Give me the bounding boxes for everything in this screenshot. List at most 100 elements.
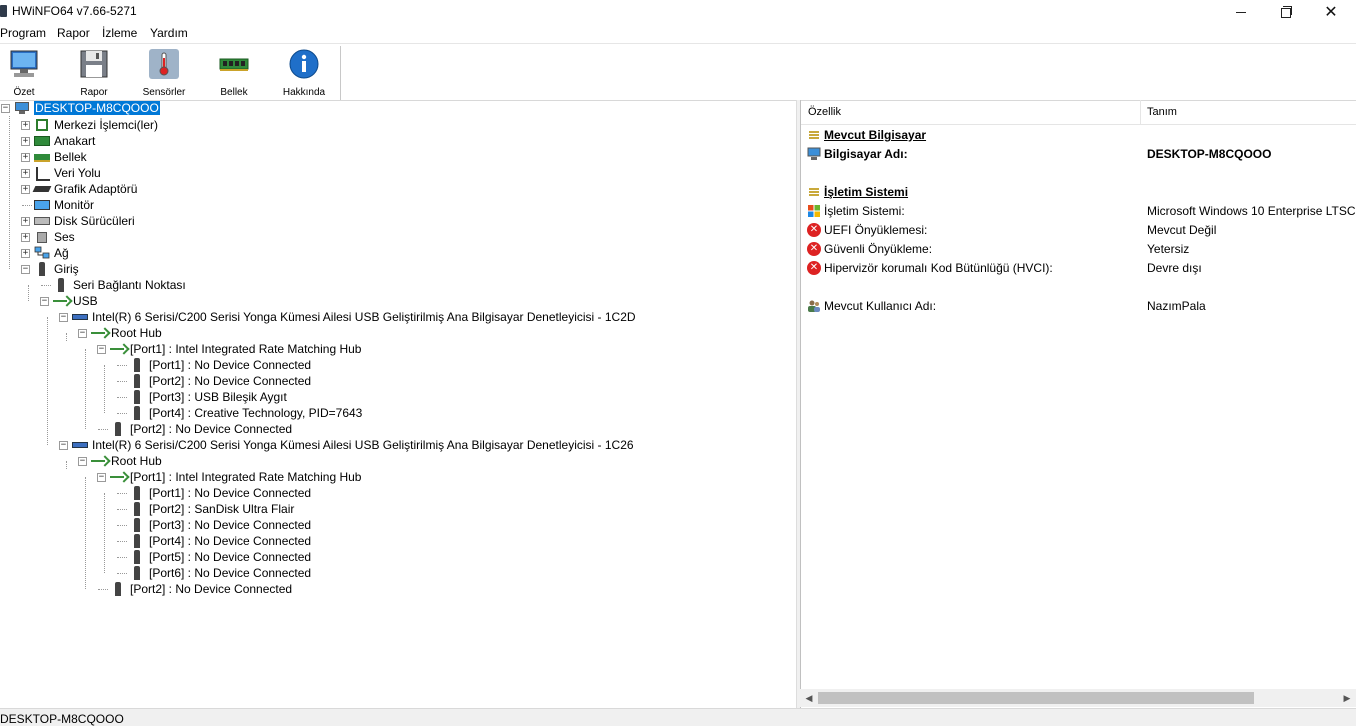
property-row[interactable]: ✕ Güvenli Önyükleme: Yetersiz <box>801 240 1356 258</box>
tree-node[interactable]: Disk Sürücüleri <box>34 213 135 229</box>
scroll-left-icon[interactable]: ◀ <box>802 691 816 705</box>
tree-node[interactable]: Bellek <box>34 149 87 165</box>
tree-connector <box>117 493 127 494</box>
report-button[interactable]: Rapor <box>64 48 124 98</box>
tree-node[interactable]: [Port2] : SanDisk Ultra Flair <box>129 501 294 517</box>
expand-icon[interactable]: + <box>21 153 30 162</box>
tree-node[interactable]: USB <box>53 293 98 309</box>
tree-node[interactable]: Intel(R) 6 Serisi/C200 Serisi Yonga Küme… <box>72 437 634 453</box>
tree-node[interactable]: [Port1] : No Device Connected <box>129 357 311 373</box>
tree-node[interactable]: [Port2] : No Device Connected <box>110 421 292 437</box>
tree-node[interactable]: [Port2] : No Device Connected <box>110 581 292 597</box>
tree-node[interactable]: [Port4] : Creative Technology, PID=7643 <box>129 405 362 421</box>
column-header-description[interactable]: Tanım <box>1147 106 1177 118</box>
collapse-icon[interactable]: − <box>97 473 106 482</box>
property-row[interactable]: ✕ Hipervizör korumalı Kod Bütünlüğü (HVCI… <box>801 259 1356 277</box>
plug-icon <box>129 566 145 580</box>
menu-izleme[interactable]: İzleme <box>102 26 137 40</box>
tree-node[interactable]: [Port3] : USB Bileşik Aygıt <box>129 389 287 405</box>
collapse-icon[interactable]: − <box>21 265 30 274</box>
column-separator[interactable] <box>1140 100 1141 124</box>
scroll-right-icon[interactable]: ▶ <box>1340 691 1354 705</box>
section-header[interactable]: İşletim Sistemi <box>801 183 1356 201</box>
device-tree[interactable]: DESKTOP-M8CQOOO − Merkezi İşlemci(ler) + Ana… <box>0 100 796 708</box>
tree-node[interactable]: Anakart <box>34 133 95 149</box>
tree-node[interactable]: [Port5] : No Device Connected <box>129 549 311 565</box>
tree-connector <box>98 429 108 430</box>
tree-node[interactable]: [Port6] : No Device Connected <box>129 565 311 581</box>
property-row[interactable]: İşletim Sistemi: Microsoft Windows 10 Ent… <box>801 202 1356 220</box>
collapse-icon[interactable]: − <box>1 104 10 113</box>
memory-button[interactable]: Bellek <box>204 48 264 98</box>
menu-program[interactable]: Program <box>0 26 46 40</box>
property-name: Mevcut Kullanıcı Adı: <box>824 299 937 313</box>
expand-icon[interactable]: + <box>21 249 30 258</box>
expand-icon[interactable]: + <box>21 137 30 146</box>
tree-node[interactable]: Ses <box>34 229 75 245</box>
tree-node[interactable]: Veri Yolu <box>34 165 101 181</box>
tree-node[interactable]: Grafik Adaptörü <box>32 181 137 197</box>
tree-node[interactable]: Ağ <box>34 245 69 261</box>
close-button[interactable]: ✕ <box>1308 0 1354 24</box>
restore-button[interactable] <box>1262 0 1308 24</box>
tree-node[interactable]: Root Hub <box>91 453 162 469</box>
collapse-icon[interactable]: − <box>97 345 106 354</box>
tree-node[interactable]: [Port3] : No Device Connected <box>129 517 311 533</box>
tree-node-label: Veri Yolu <box>54 166 101 180</box>
tree-node[interactable]: Intel(R) 6 Serisi/C200 Serisi Yonga Küme… <box>72 309 636 325</box>
expand-icon[interactable]: + <box>21 169 30 178</box>
report-label: Rapor <box>80 87 108 98</box>
tree-node-label: Root Hub <box>111 326 162 340</box>
scrollbar-thumb[interactable] <box>818 692 1254 704</box>
expand-icon[interactable]: + <box>21 233 30 242</box>
error-icon: ✕ <box>807 242 821 256</box>
sensors-button[interactable]: Sensörler <box>134 48 194 98</box>
collapse-icon[interactable]: − <box>78 457 87 466</box>
tree-node[interactable]: [Port1] : Intel Integrated Rate Matching… <box>110 341 361 357</box>
details-header: Özellik Tanım <box>801 100 1356 125</box>
menu-rapor[interactable]: Rapor <box>57 26 90 40</box>
collapse-icon[interactable]: − <box>59 441 68 450</box>
property-value: Yetersiz <box>1147 242 1190 256</box>
summary-button[interactable]: Özet <box>0 48 54 98</box>
property-row[interactable]: Mevcut Kullanıcı Adı: NazımPala <box>801 297 1356 315</box>
tree-node[interactable]: DESKTOP-M8CQOOO <box>14 100 160 116</box>
tree-node[interactable]: [Port1] : Intel Integrated Rate Matching… <box>110 469 361 485</box>
collapse-icon[interactable]: − <box>59 313 68 322</box>
horizontal-scrollbar[interactable]: ◀ ▶ <box>800 689 1356 707</box>
column-header-property[interactable]: Özellik <box>808 106 841 118</box>
about-button[interactable]: Hakkında <box>274 48 334 98</box>
property-row[interactable]: Bilgisayar Adı: DESKTOP-M8CQOOO <box>801 145 1356 163</box>
tree-node[interactable]: Root Hub <box>91 325 162 341</box>
expand-icon[interactable]: + <box>21 217 30 226</box>
menu-yardim[interactable]: Yardım <box>150 26 188 40</box>
tree-connector <box>28 285 29 301</box>
ram-icon <box>34 150 50 164</box>
toolbar-separator <box>340 46 341 100</box>
minimize-button[interactable] <box>1218 0 1264 24</box>
cpu-icon <box>34 118 50 132</box>
tree-node-label: [Port2] : No Device Connected <box>130 582 293 596</box>
tree-node[interactable]: [Port1] : No Device Connected <box>129 485 311 501</box>
expand-icon[interactable]: + <box>21 185 30 194</box>
collapse-icon[interactable]: − <box>78 329 87 338</box>
tree-node[interactable]: Seri Bağlantı Noktası <box>53 277 186 293</box>
plug-icon <box>129 550 145 564</box>
tree-connector <box>47 317 48 445</box>
tree-node-label: Merkezi İşlemci(ler) <box>54 118 159 132</box>
tree-node[interactable]: Merkezi İşlemci(ler) <box>34 117 158 133</box>
tree-node[interactable]: [Port4] : No Device Connected <box>129 533 311 549</box>
usb-icon <box>110 342 126 356</box>
expand-icon[interactable]: + <box>21 121 30 130</box>
tree-node[interactable]: Monitör <box>34 197 94 213</box>
tree-node[interactable]: Giriş <box>34 261 79 277</box>
disk-icon <box>34 214 50 228</box>
collapse-icon[interactable]: − <box>40 297 49 306</box>
tree-node-label: Disk Sürücüleri <box>54 214 135 228</box>
section-header[interactable]: Mevcut Bilgisayar <box>801 126 1356 144</box>
tree-node-label: DESKTOP-M8CQOOO <box>34 101 160 115</box>
property-row[interactable]: ✕ UEFI Önyüklemesi: Mevcut Değil <box>801 221 1356 239</box>
tree-node[interactable]: [Port2] : No Device Connected <box>129 373 311 389</box>
plug-icon <box>110 582 126 596</box>
tree-connector <box>66 461 67 469</box>
